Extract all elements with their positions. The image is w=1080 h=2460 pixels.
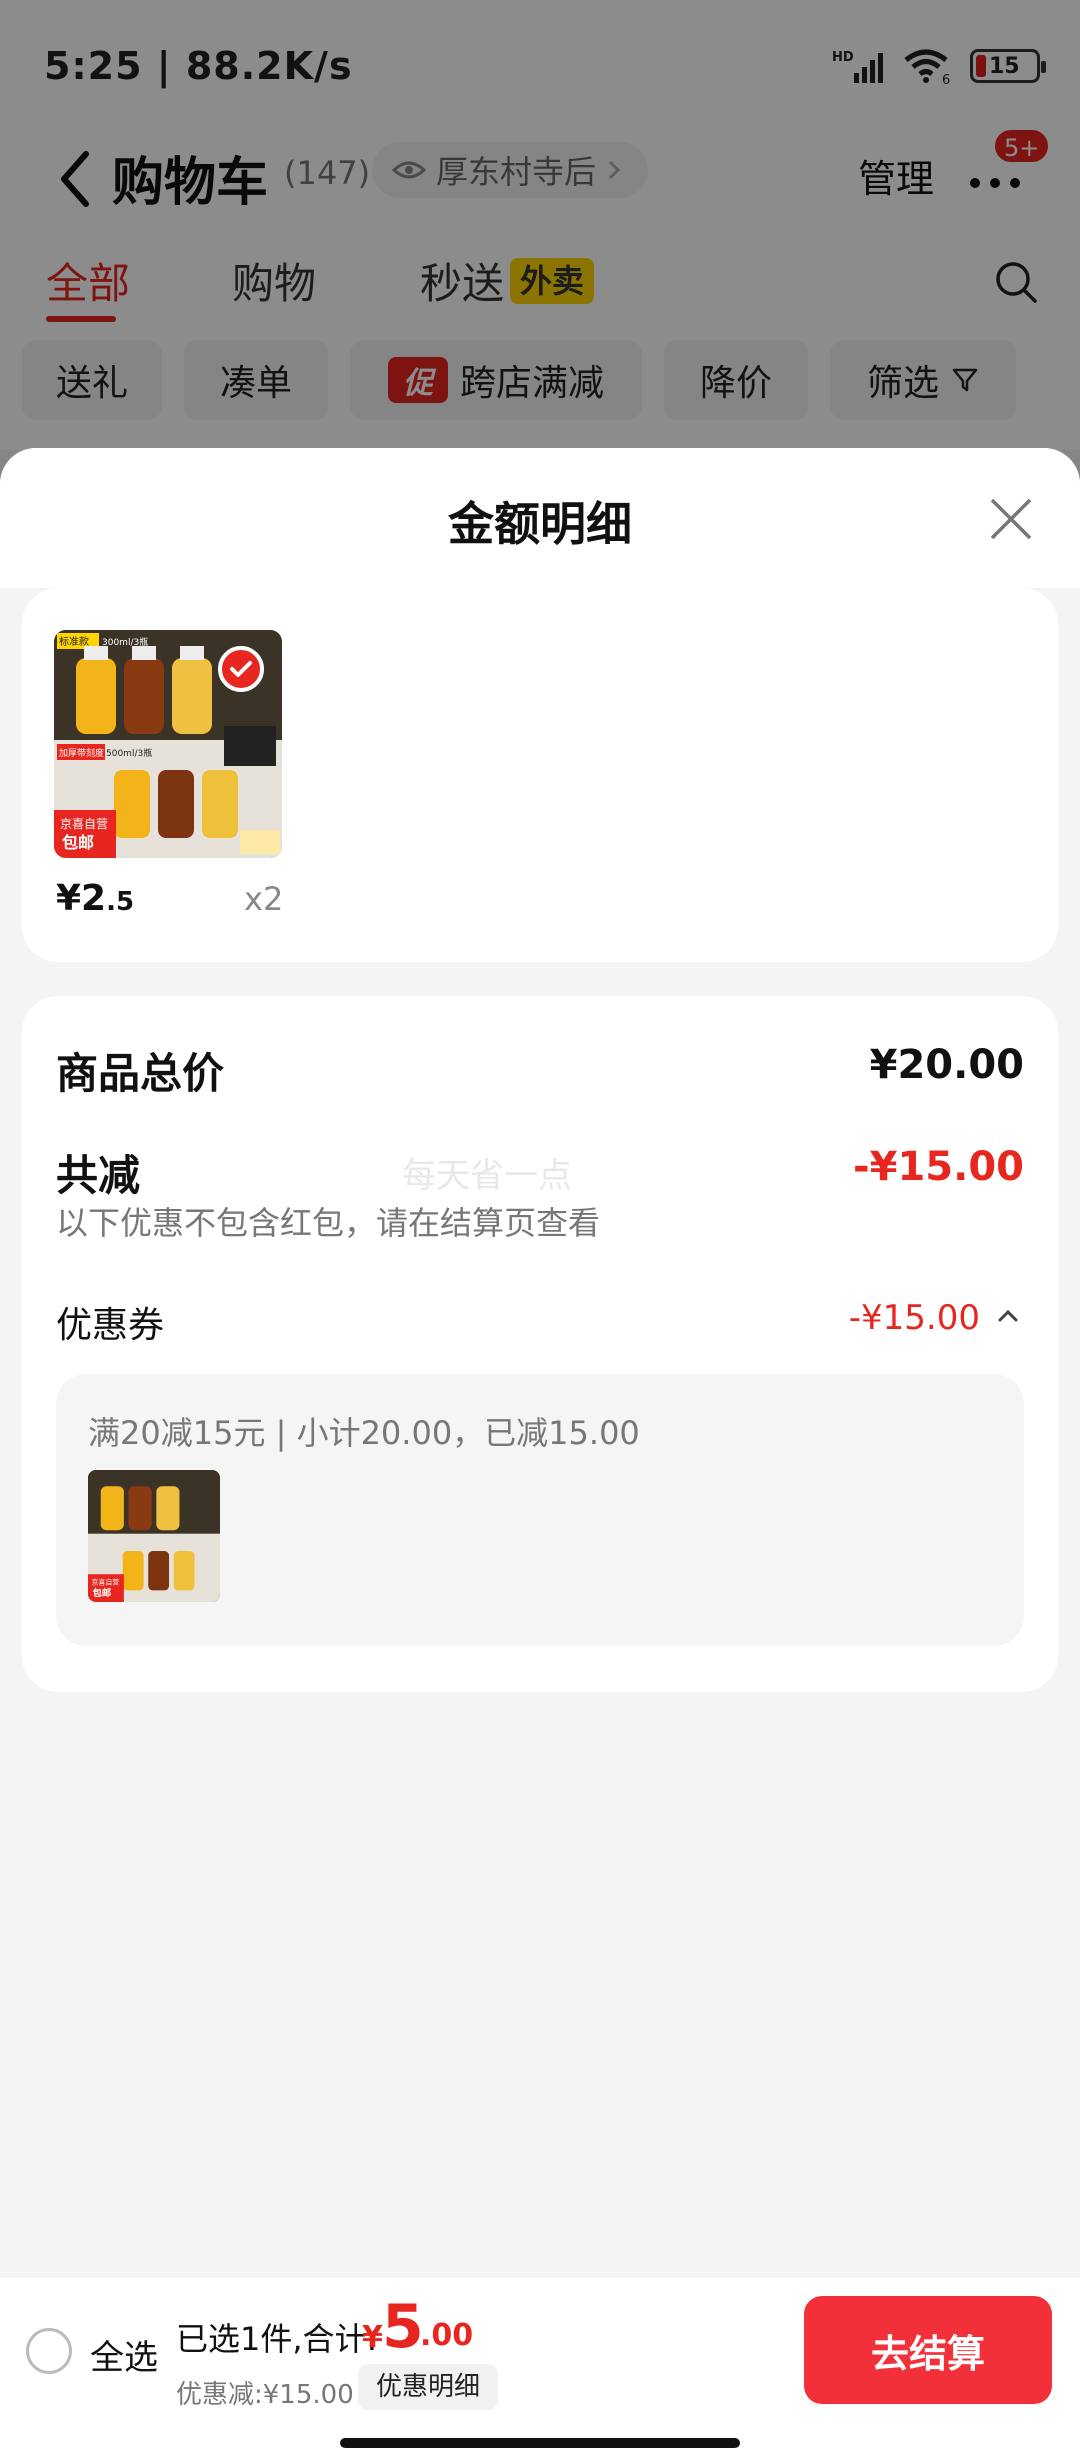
total-price-label: 商品总价	[56, 1049, 225, 1098]
total-reduction-value: -¥15.00	[853, 1144, 1024, 1190]
coupon-value[interactable]: -¥15.00	[849, 1298, 980, 1338]
discount-summary: 优惠减:¥15.00	[176, 2380, 354, 2410]
product-quantity: x2	[244, 880, 284, 918]
product-price-dec: .5	[106, 887, 135, 917]
discount-detail-button[interactable]: 优惠明细	[358, 2364, 499, 2410]
checkout-bar: 全选 已选1件,合计: ¥ 5 .00 优惠减:¥15.00 优惠明细 去结算	[0, 2278, 1080, 2460]
product-card: 标准款 300ml/3瓶 加厚带刻度 500ml/3瓶 京喜自营 包邮 ¥2.5…	[22, 588, 1058, 962]
chevron-up-icon[interactable]	[992, 1300, 1024, 1332]
checkout-button[interactable]: 去结算	[804, 2296, 1052, 2404]
coupon-rule-text: 满20减15元 | 小计20.00，已减15.00	[88, 1414, 640, 1452]
svg-text:包邮: 包邮	[92, 1587, 112, 1599]
selected-summary: 已选1件,合计:	[176, 2320, 378, 2358]
select-all-label[interactable]: 全选	[90, 2330, 158, 2379]
sheet-header: 金额明细	[0, 448, 1080, 588]
select-all-checkbox[interactable]	[26, 2328, 72, 2374]
total-price-value: ¥20.00	[869, 1042, 1024, 1088]
coupon-detail-box: 满20减15元 | 小计20.00，已减15.00 京喜自营 包邮	[56, 1374, 1024, 1646]
discount-note: 以下优惠不包含红包，请在结算页查看	[56, 1204, 601, 1242]
summary-card: 商品总价 ¥20.00 每天省一点 共减 -¥15.00 以下优惠不包含红包，请…	[22, 996, 1058, 1692]
svg-text:包邮: 包邮	[62, 833, 94, 852]
total-reduction-label: 共减	[56, 1151, 141, 1200]
product-price: ¥2.5	[56, 878, 134, 919]
product-price-int: ¥2	[56, 878, 107, 919]
coupon-label: 优惠券	[56, 1305, 165, 1346]
sheet-title: 金额明细	[448, 497, 632, 551]
svg-text:500ml/3瓶: 500ml/3瓶	[106, 747, 152, 759]
watermark-text: 每天省一点	[402, 1156, 572, 1196]
coupon-bottles-image: 京喜自营 包邮	[88, 1470, 220, 1602]
selected-check-icon[interactable]	[218, 646, 264, 692]
home-indicator[interactable]	[340, 2438, 740, 2448]
total-amount-int: 5	[382, 2292, 424, 2362]
close-icon[interactable]	[986, 494, 1036, 544]
amount-detail-sheet: 金额明细 标准款 300ml/3瓶 加厚带刻度 500ml/3瓶 京喜自营 包邮…	[0, 448, 1080, 2460]
coupon-product-image: 京喜自营 包邮	[88, 1470, 220, 1602]
total-currency: ¥	[362, 2320, 383, 2355]
svg-text:京喜自营: 京喜自营	[91, 1578, 119, 1587]
total-amount-dec: .00	[420, 2318, 474, 2353]
svg-text:加厚带刻度: 加厚带刻度	[59, 747, 104, 759]
svg-text:京喜自营: 京喜自营	[60, 817, 108, 831]
